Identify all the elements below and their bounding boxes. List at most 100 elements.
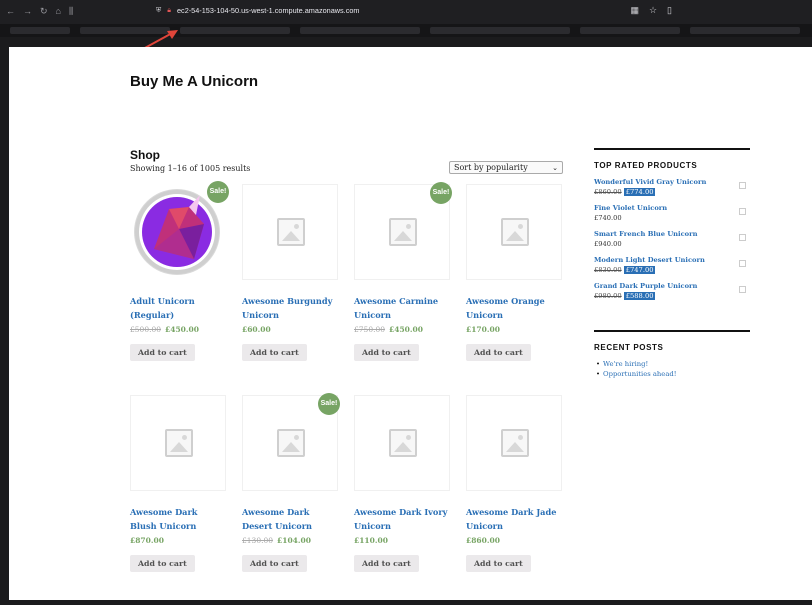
recent-posts-list: We're hiring! Opportunities ahead!: [594, 360, 750, 378]
sale-price: £774.00: [623, 188, 656, 196]
old-price: £980.00: [594, 292, 622, 300]
product-image[interactable]: [466, 184, 562, 280]
forward-icon[interactable]: →: [23, 6, 32, 17]
product-card[interactable]: Sale! Adult Unicorn (Regular) £500.00 £45…: [130, 181, 229, 361]
product-image[interactable]: Sale!: [130, 181, 229, 280]
product-price: £130.00 £104.00: [242, 536, 338, 545]
bookmark-item[interactable]: [10, 27, 70, 34]
bookmark-item[interactable]: [690, 27, 800, 34]
top-rated-item[interactable]: Modern Light Desert Unicorn £830.00 £747…: [594, 256, 750, 274]
top-rated-name[interactable]: Smart French Blue Unicorn: [594, 230, 750, 238]
recent-post-link[interactable]: Opportunities ahead!: [602, 370, 750, 378]
add-to-cart-button[interactable]: Add to cart: [466, 555, 531, 572]
product-name[interactable]: Awesome Dark Ivory Unicorn: [354, 505, 450, 533]
library-icon[interactable]: ⫼: [69, 6, 73, 17]
product-name[interactable]: Adult Unicorn (Regular): [130, 294, 226, 322]
url-text[interactable]: ec2-54-153-104-50.us-west-1.compute.amaz…: [177, 6, 360, 15]
product-name[interactable]: Awesome Carmine Unicorn: [354, 294, 450, 322]
top-rated-price: £860.00 £774.00: [594, 188, 750, 196]
image-placeholder-icon: [389, 218, 417, 246]
product-name[interactable]: Awesome Dark Desert Unicorn: [242, 505, 338, 533]
product-card[interactable]: Awesome Burgundy Unicorn £60.00 Add to c…: [242, 184, 338, 361]
price: £870.00: [130, 536, 164, 545]
price: £110.00: [354, 536, 388, 545]
recent-post-link[interactable]: We're hiring!: [602, 360, 750, 368]
reload-icon[interactable]: ↻: [40, 6, 48, 17]
top-rated-price: £740.00: [594, 214, 750, 222]
product-card[interactable]: Awesome Orange Unicorn £170.00 Add to ca…: [466, 184, 562, 361]
sort-select[interactable]: Sort by popularity ⌄: [449, 161, 563, 174]
product-image[interactable]: [242, 184, 338, 280]
add-to-cart-button[interactable]: Add to cart: [354, 344, 419, 361]
add-to-cart-button[interactable]: Add to cart: [242, 555, 307, 572]
address-bar[interactable]: ⛨ 🔒︎ ec2-54-153-104-50.us-west-1.compute…: [156, 6, 360, 15]
price: £740.00: [594, 214, 622, 222]
top-rated-name[interactable]: Modern Light Desert Unicorn: [594, 256, 750, 264]
product-card[interactable]: Awesome Dark Jade Unicorn £860.00 Add to…: [466, 395, 562, 572]
result-count: Showing 1–16 of 1005 results: [130, 164, 251, 173]
add-to-cart-button[interactable]: Add to cart: [466, 344, 531, 361]
top-rated-name[interactable]: Fine Violet Unicorn: [594, 204, 750, 212]
old-price: £500.00: [130, 325, 162, 334]
add-to-cart-button[interactable]: Add to cart: [130, 555, 195, 572]
add-to-cart-button[interactable]: Add to cart: [354, 555, 419, 572]
thumbnail-icon: [739, 234, 746, 241]
product-card[interactable]: Awesome Dark Blush Unicorn £870.00 Add t…: [130, 395, 226, 572]
top-rated-item[interactable]: Wonderful Vivid Gray Unicorn £860.00 £77…: [594, 178, 750, 196]
old-price: £750.00: [354, 325, 386, 334]
add-to-cart-button[interactable]: Add to cart: [242, 344, 307, 361]
bookmark-item[interactable]: [430, 27, 570, 34]
bookmark-item[interactable]: [300, 27, 420, 34]
bookmark-item[interactable]: [580, 27, 680, 34]
home-icon[interactable]: ⌂: [56, 6, 61, 17]
product-image[interactable]: Sale!: [242, 393, 340, 491]
bookmark-item[interactable]: [180, 27, 290, 34]
add-to-cart-button[interactable]: Add to cart: [130, 344, 195, 361]
top-rated-item[interactable]: Grand Dark Purple Unicorn £980.00 £588.0…: [594, 282, 750, 300]
product-image[interactable]: [354, 395, 450, 491]
lock-icon[interactable]: 🔒︎: [167, 7, 171, 15]
product-name[interactable]: Awesome Orange Unicorn: [466, 294, 562, 322]
widget-divider: [594, 330, 750, 332]
image-placeholder-icon: [501, 218, 529, 246]
top-rated-name[interactable]: Grand Dark Purple Unicorn: [594, 282, 750, 290]
sale-price: £450.00: [389, 325, 423, 334]
top-rated-name[interactable]: Wonderful Vivid Gray Unicorn: [594, 178, 750, 186]
product-name[interactable]: Awesome Burgundy Unicorn: [242, 294, 338, 322]
thumbnail-icon: [739, 182, 746, 189]
product-card[interactable]: Sale! Awesome Dark Desert Unicorn £130.0…: [242, 393, 340, 572]
product-image[interactable]: [130, 395, 226, 491]
reader-icon[interactable]: ▯: [667, 5, 672, 16]
product-name[interactable]: Awesome Dark Blush Unicorn: [130, 505, 226, 533]
shield-icon[interactable]: ⛨: [156, 7, 161, 15]
sidebar: TOP RATED PRODUCTS Wonderful Vivid Gray …: [594, 148, 750, 378]
top-rated-item[interactable]: Smart French Blue Unicorn £940.00: [594, 230, 750, 248]
product-card[interactable]: Awesome Dark Ivory Unicorn £110.00 Add t…: [354, 395, 450, 572]
old-price: £130.00: [242, 536, 274, 545]
back-icon[interactable]: ←: [6, 6, 15, 17]
image-placeholder-icon: [165, 429, 193, 457]
sale-price: £104.00: [277, 536, 311, 545]
toolbar-right: ▦ ☆ ▯: [630, 5, 672, 16]
thumbnail-icon: [739, 286, 746, 293]
thumbnail-icon: [739, 208, 746, 215]
top-rated-item[interactable]: Fine Violet Unicorn £740.00: [594, 204, 750, 222]
product-price: £110.00: [354, 536, 450, 545]
sale-price: £747.00: [623, 266, 656, 274]
product-price: £750.00 £450.00: [354, 325, 450, 334]
old-price: £830.00: [594, 266, 622, 274]
top-rated-price: £980.00 £588.00: [594, 292, 750, 300]
product-price: £60.00: [242, 325, 338, 334]
site-title[interactable]: Buy Me A Unicorn: [130, 73, 258, 90]
product-name[interactable]: Awesome Dark Jade Unicorn: [466, 505, 562, 533]
image-placeholder-icon: [277, 218, 305, 246]
extensions-icon[interactable]: ▦: [630, 5, 639, 16]
product-card[interactable]: Sale! Awesome Carmine Unicorn £750.00 £45…: [354, 182, 452, 361]
star-icon[interactable]: ☆: [649, 5, 657, 16]
product-image[interactable]: Sale!: [354, 182, 452, 280]
widget-title-top-rated: TOP RATED PRODUCTS: [594, 161, 698, 170]
product-image[interactable]: [466, 395, 562, 491]
old-price: £860.00: [594, 188, 622, 196]
sort-select-value: Sort by popularity: [454, 163, 528, 172]
image-placeholder-icon: [389, 429, 417, 457]
